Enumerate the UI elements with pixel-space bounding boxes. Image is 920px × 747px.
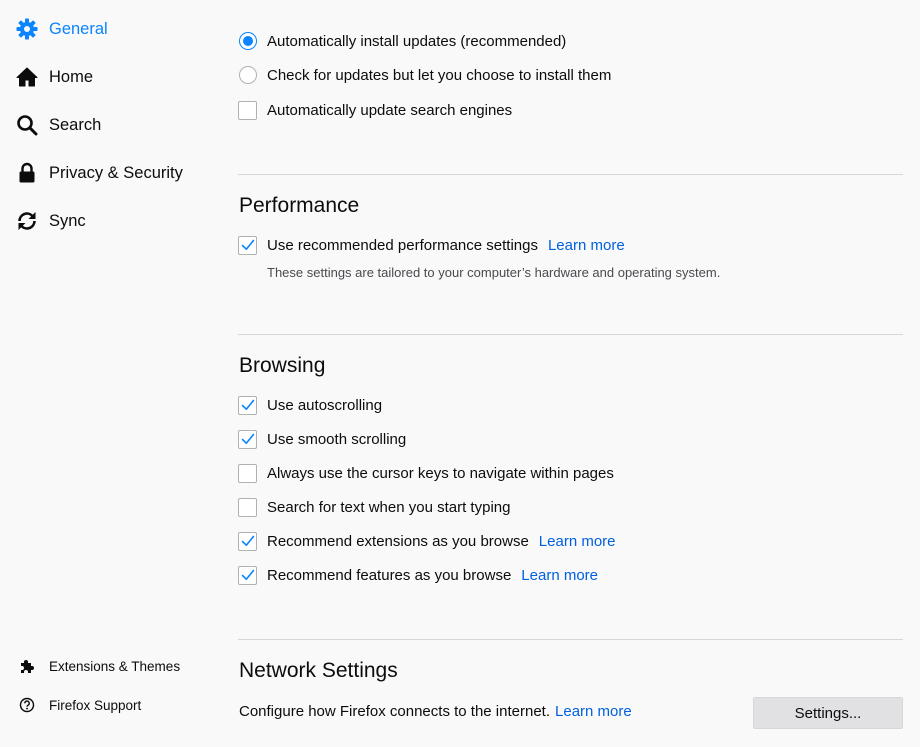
option-label: Automatically update search engines <box>267 101 513 119</box>
recommend-features-option[interactable]: Recommend features as you browse Learn m… <box>238 564 598 586</box>
puzzle-icon <box>16 655 38 677</box>
performance-heading: Performance <box>239 194 360 217</box>
auto-install-updates-radio[interactable] <box>239 32 257 50</box>
smooth-scrolling-option[interactable]: Use smooth scrolling <box>238 428 406 450</box>
recommend-extensions-checkbox[interactable] <box>238 531 257 551</box>
option-label: Check for updates but let you choose to … <box>267 66 612 84</box>
sidebar-item-privacy-security[interactable]: Privacy & Security <box>14 156 183 190</box>
checkmark-icon <box>241 433 254 444</box>
option-label: Use recommended performance settings <box>267 236 538 254</box>
lock-icon <box>14 160 40 186</box>
gear-icon <box>14 16 40 42</box>
autoscrolling-option[interactable]: Use autoscrolling <box>238 394 382 416</box>
sidebar-item-search[interactable]: Search <box>14 108 101 142</box>
sidebar-item-sync[interactable]: Sync <box>14 204 86 238</box>
auto-install-updates-option[interactable]: Automatically install updates (recommend… <box>238 30 566 52</box>
option-label: Always use the cursor keys to navigate w… <box>267 464 614 482</box>
checkmark-icon <box>241 239 254 250</box>
option-label: Search for text when you start typing <box>267 498 511 516</box>
option-label: Recommend features as you browse <box>267 566 512 584</box>
checkmark-icon <box>241 569 254 580</box>
sidebar-item-label: General <box>49 19 108 38</box>
checkmark-icon <box>241 399 254 410</box>
sidebar-item-home[interactable]: Home <box>14 60 93 94</box>
recommended-performance-option[interactable]: Use recommended performance settings Lea… <box>238 234 625 256</box>
option-label: Recommend extensions as you browse <box>267 532 529 550</box>
sidebar: General Home Search Privacy & Security S… <box>0 0 220 747</box>
sidebar-item-label: Sync <box>49 211 86 230</box>
recommend-features-learn-more-link[interactable]: Learn more <box>521 567 598 584</box>
performance-learn-more-link[interactable]: Learn more <box>548 237 625 254</box>
section-divider <box>238 174 903 175</box>
search-when-typing-option[interactable]: Search for text when you start typing <box>238 496 510 518</box>
option-label: Use autoscrolling <box>267 396 383 414</box>
smooth-scrolling-checkbox[interactable] <box>238 429 257 449</box>
network-settings-description: Configure how Firefox connects to the in… <box>239 703 551 720</box>
cursor-keys-option[interactable]: Always use the cursor keys to navigate w… <box>238 462 614 484</box>
recommend-extensions-learn-more-link[interactable]: Learn more <box>539 533 616 550</box>
sidebar-footer-firefox-support[interactable]: Firefox Support <box>16 693 141 717</box>
check-for-updates-option[interactable]: Check for updates but let you choose to … <box>238 64 611 86</box>
sidebar-item-label: Search <box>49 115 102 134</box>
help-icon <box>16 694 38 716</box>
recommended-performance-checkbox[interactable] <box>238 235 257 255</box>
search-icon <box>14 112 40 138</box>
option-label: Automatically install updates (recommend… <box>267 32 567 50</box>
network-settings-description-row: Configure how Firefox connects to the in… <box>239 703 632 720</box>
network-learn-more-link[interactable]: Learn more <box>555 703 632 720</box>
autoscrolling-checkbox[interactable] <box>238 395 257 415</box>
auto-update-search-engines-option[interactable]: Automatically update search engines <box>238 99 512 121</box>
option-label: Use smooth scrolling <box>267 430 407 448</box>
sidebar-footer-extensions-themes[interactable]: Extensions & Themes <box>16 654 180 678</box>
sync-icon <box>14 208 40 234</box>
check-for-updates-radio[interactable] <box>239 66 257 84</box>
performance-description: These settings are tailored to your comp… <box>267 265 721 280</box>
search-when-typing-checkbox[interactable] <box>238 497 257 517</box>
sidebar-item-general[interactable]: General <box>14 12 108 46</box>
sidebar-item-label: Privacy & Security <box>49 163 183 182</box>
sidebar-footer-label: Extensions & Themes <box>49 658 181 674</box>
sidebar-footer-label: Firefox Support <box>49 697 142 713</box>
cursor-keys-checkbox[interactable] <box>238 463 257 483</box>
section-divider <box>238 639 903 640</box>
checkmark-icon <box>241 535 254 546</box>
browsing-heading: Browsing <box>239 354 326 377</box>
home-icon <box>14 64 40 90</box>
network-settings-heading: Network Settings <box>239 659 398 682</box>
auto-update-search-engines-checkbox[interactable] <box>238 100 257 120</box>
network-settings-button[interactable]: Settings... <box>753 697 903 729</box>
sidebar-item-label: Home <box>49 67 94 86</box>
recommend-features-checkbox[interactable] <box>238 565 257 585</box>
recommend-extensions-option[interactable]: Recommend extensions as you browse Learn… <box>238 530 616 552</box>
section-divider <box>238 334 903 335</box>
